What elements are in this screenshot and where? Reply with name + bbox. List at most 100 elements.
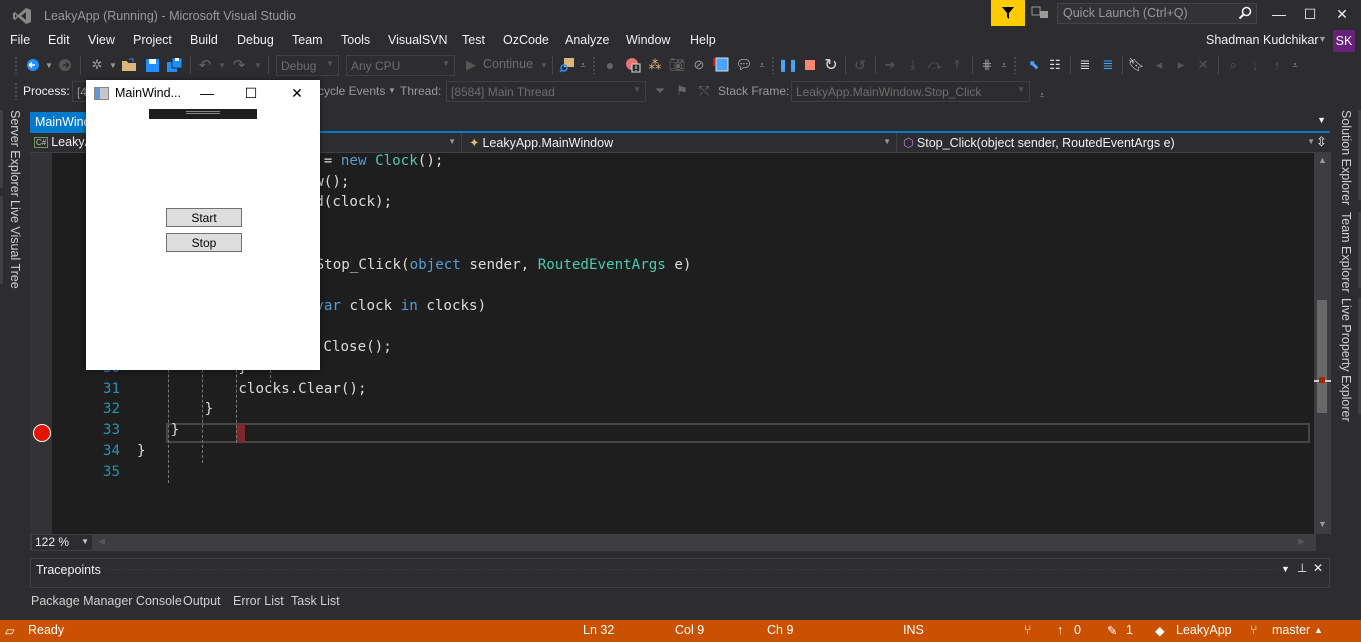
scroll-right-icon[interactable]: ▶ <box>1298 536 1305 547</box>
toolbar-overflow-icon[interactable]: ⩡ <box>574 56 592 74</box>
camera-icon[interactable]: 📷︎ <box>668 56 686 74</box>
menu-project[interactable]: Project <box>133 33 172 47</box>
select-element-icon[interactable]: ⬉ <box>1025 56 1043 74</box>
menu-test[interactable]: Test <box>462 33 485 47</box>
type-combo[interactable]: ✦ LeakyApp.MainWindow ▼ <box>465 133 897 152</box>
maximize-button[interactable]: ☐ <box>1295 4 1325 24</box>
save-icon[interactable] <box>143 56 161 74</box>
chevron-down-icon[interactable]: ▼ <box>213 56 231 74</box>
menu-debug[interactable]: Debug <box>237 33 274 47</box>
filter-icon[interactable]: ⏷ <box>651 82 669 100</box>
chevron-up-icon[interactable]: ▲ <box>1314 625 1323 635</box>
code-line[interactable]: 33} <box>30 422 1316 442</box>
unpushed-commits[interactable]: 0 <box>1074 623 1081 637</box>
close-button[interactable]: ✕ <box>1327 4 1357 24</box>
solution-platform-combo[interactable]: Any CPU ▼ <box>346 55 455 76</box>
scroll-left-icon[interactable]: ◀ <box>98 536 105 547</box>
save-all-icon[interactable] <box>165 56 183 74</box>
chevron-down-icon[interactable]: ▼ <box>388 86 396 95</box>
restart-icon[interactable]: ↻ <box>822 56 840 74</box>
show-window-icon[interactable] <box>712 56 730 74</box>
app-title-bar[interactable]: MainWind... — ☐ ✕ <box>86 80 320 106</box>
toolbar-overflow-icon[interactable]: ⩡ <box>753 56 771 74</box>
track-focus-icon[interactable]: ☷ <box>1046 56 1064 74</box>
team-explorer-tab[interactable]: Team Explorer <box>1339 212 1353 293</box>
toolbar-grip[interactable] <box>771 56 775 74</box>
chevron-down-icon[interactable]: ▼ <box>1318 34 1327 44</box>
panel-menu-icon[interactable]: ▼ <box>1281 564 1290 574</box>
attach-icon[interactable]: ⊘ <box>690 56 708 74</box>
step-into-icon[interactable]: ⤓ <box>904 56 922 74</box>
live-visual-tree-tab[interactable]: Live Visual Tree <box>8 200 22 289</box>
open-file-icon[interactable] <box>120 56 138 74</box>
show-next-statement-icon[interactable]: ➔ <box>881 56 899 74</box>
menu-view[interactable]: View <box>88 33 115 47</box>
comment-icon[interactable]: 💬︎ <box>735 56 753 74</box>
thread-combo[interactable]: [8584] Main Thread ▼ <box>446 81 646 102</box>
exception-settings-icon[interactable] <box>624 56 642 74</box>
app-maximize-button[interactable]: ☐ <box>236 82 266 104</box>
stop-button[interactable]: Stop <box>166 233 242 252</box>
play-icon[interactable]: ▶ <box>462 56 480 74</box>
bookmark-icon[interactable]: 🔖︎ <box>1127 56 1145 74</box>
scroll-down-icon[interactable]: ▼ <box>1318 519 1327 529</box>
toolbar-grip[interactable] <box>1013 56 1017 74</box>
toolbar-grip[interactable] <box>14 56 18 74</box>
split-window-icon[interactable]: ⇳ <box>1316 134 1327 150</box>
pause-icon[interactable]: ❚❚ <box>778 56 798 74</box>
solution-explorer-tab[interactable]: Solution Explorer <box>1339 110 1353 205</box>
toolbar-overflow-icon[interactable]: ⩡ <box>1033 86 1051 104</box>
step-over-icon[interactable]: ⤼ <box>926 56 944 74</box>
server-explorer-tab[interactable]: Server Explorer <box>8 110 22 197</box>
menu-window[interactable]: Window <box>626 33 670 47</box>
refresh-icon[interactable]: ↺ <box>851 56 869 74</box>
undo-icon[interactable]: ↶ <box>196 56 214 74</box>
menu-edit[interactable]: Edit <box>48 33 70 47</box>
toolbar-grip[interactable] <box>592 56 596 74</box>
ozcode-icon[interactable]: ⋕ <box>978 56 996 74</box>
avatar[interactable]: SK <box>1333 30 1355 52</box>
app-minimize-button[interactable]: — <box>192 82 222 104</box>
in-app-debug-toolbar[interactable] <box>149 109 257 119</box>
output-tab[interactable]: Output <box>183 594 221 608</box>
close-panel-icon[interactable]: ✕ <box>1313 561 1323 575</box>
menu-build[interactable]: Build <box>190 33 218 47</box>
previous-bookmark-icon[interactable]: ◂ <box>1150 56 1168 74</box>
stop-icon[interactable] <box>801 56 819 74</box>
menu-ozcode[interactable]: OzCode <box>503 33 549 47</box>
toggle-frame-icon[interactable]: ⤲ <box>695 82 713 100</box>
scrollbar-thumb[interactable] <box>1317 300 1327 413</box>
clear-bookmarks-icon[interactable]: ✕ <box>1194 56 1212 74</box>
live-property-explorer-tab[interactable]: Live Property Explorer <box>1339 298 1353 422</box>
find-icon[interactable]: ⌕ <box>1224 56 1242 74</box>
chevron-down-icon[interactable]: ▼ <box>535 56 553 74</box>
lifecycle-events-button[interactable]: cycle Events <box>318 84 385 98</box>
branch-name[interactable]: master <box>1272 623 1310 637</box>
app-close-button[interactable]: ✕ <box>282 82 312 104</box>
task-list-tab[interactable]: Task List <box>291 594 340 608</box>
menu-help[interactable]: Help <box>690 33 716 47</box>
repository-icon[interactable]: ◆ <box>1155 623 1165 638</box>
comment-lines-icon[interactable]: ≣ <box>1076 56 1094 74</box>
code-line[interactable]: 34} <box>30 443 1316 463</box>
tab-list-dropdown-icon[interactable]: ▼ <box>1317 115 1326 125</box>
magic-wand-icon[interactable]: ⁂ <box>646 56 664 74</box>
vertical-scrollbar[interactable]: ▲ ▼ <box>1314 153 1331 534</box>
menu-file[interactable]: File <box>10 33 30 47</box>
arrow-up-icon[interactable]: ↑ <box>1057 623 1063 637</box>
toolbar-overflow-icon[interactable]: ⩡ <box>1286 56 1304 74</box>
navigate-forward-icon[interactable] <box>56 56 74 74</box>
chevron-down-icon[interactable]: ▼ <box>249 56 267 74</box>
package-manager-console-tab[interactable]: Package Manager Console <box>31 594 182 608</box>
arrow-up-icon[interactable]: ↑ <box>1268 56 1286 74</box>
error-list-tab[interactable]: Error List <box>233 594 284 608</box>
feedback-button[interactable] <box>991 0 1025 26</box>
redo-icon[interactable]: ↷ <box>230 56 248 74</box>
menu-tools[interactable]: Tools <box>341 33 370 47</box>
solution-configuration-combo[interactable]: Debug ▼ <box>276 55 339 76</box>
minimize-button[interactable]: — <box>1264 4 1294 24</box>
toolbar-grip[interactable] <box>14 82 18 100</box>
toolbar-overflow-icon[interactable]: ⩡ <box>995 56 1013 74</box>
stack-frame-combo[interactable]: LeakyApp.MainWindow.Stop_Click ▼ <box>791 81 1030 102</box>
panel-grip[interactable] <box>106 568 1276 572</box>
